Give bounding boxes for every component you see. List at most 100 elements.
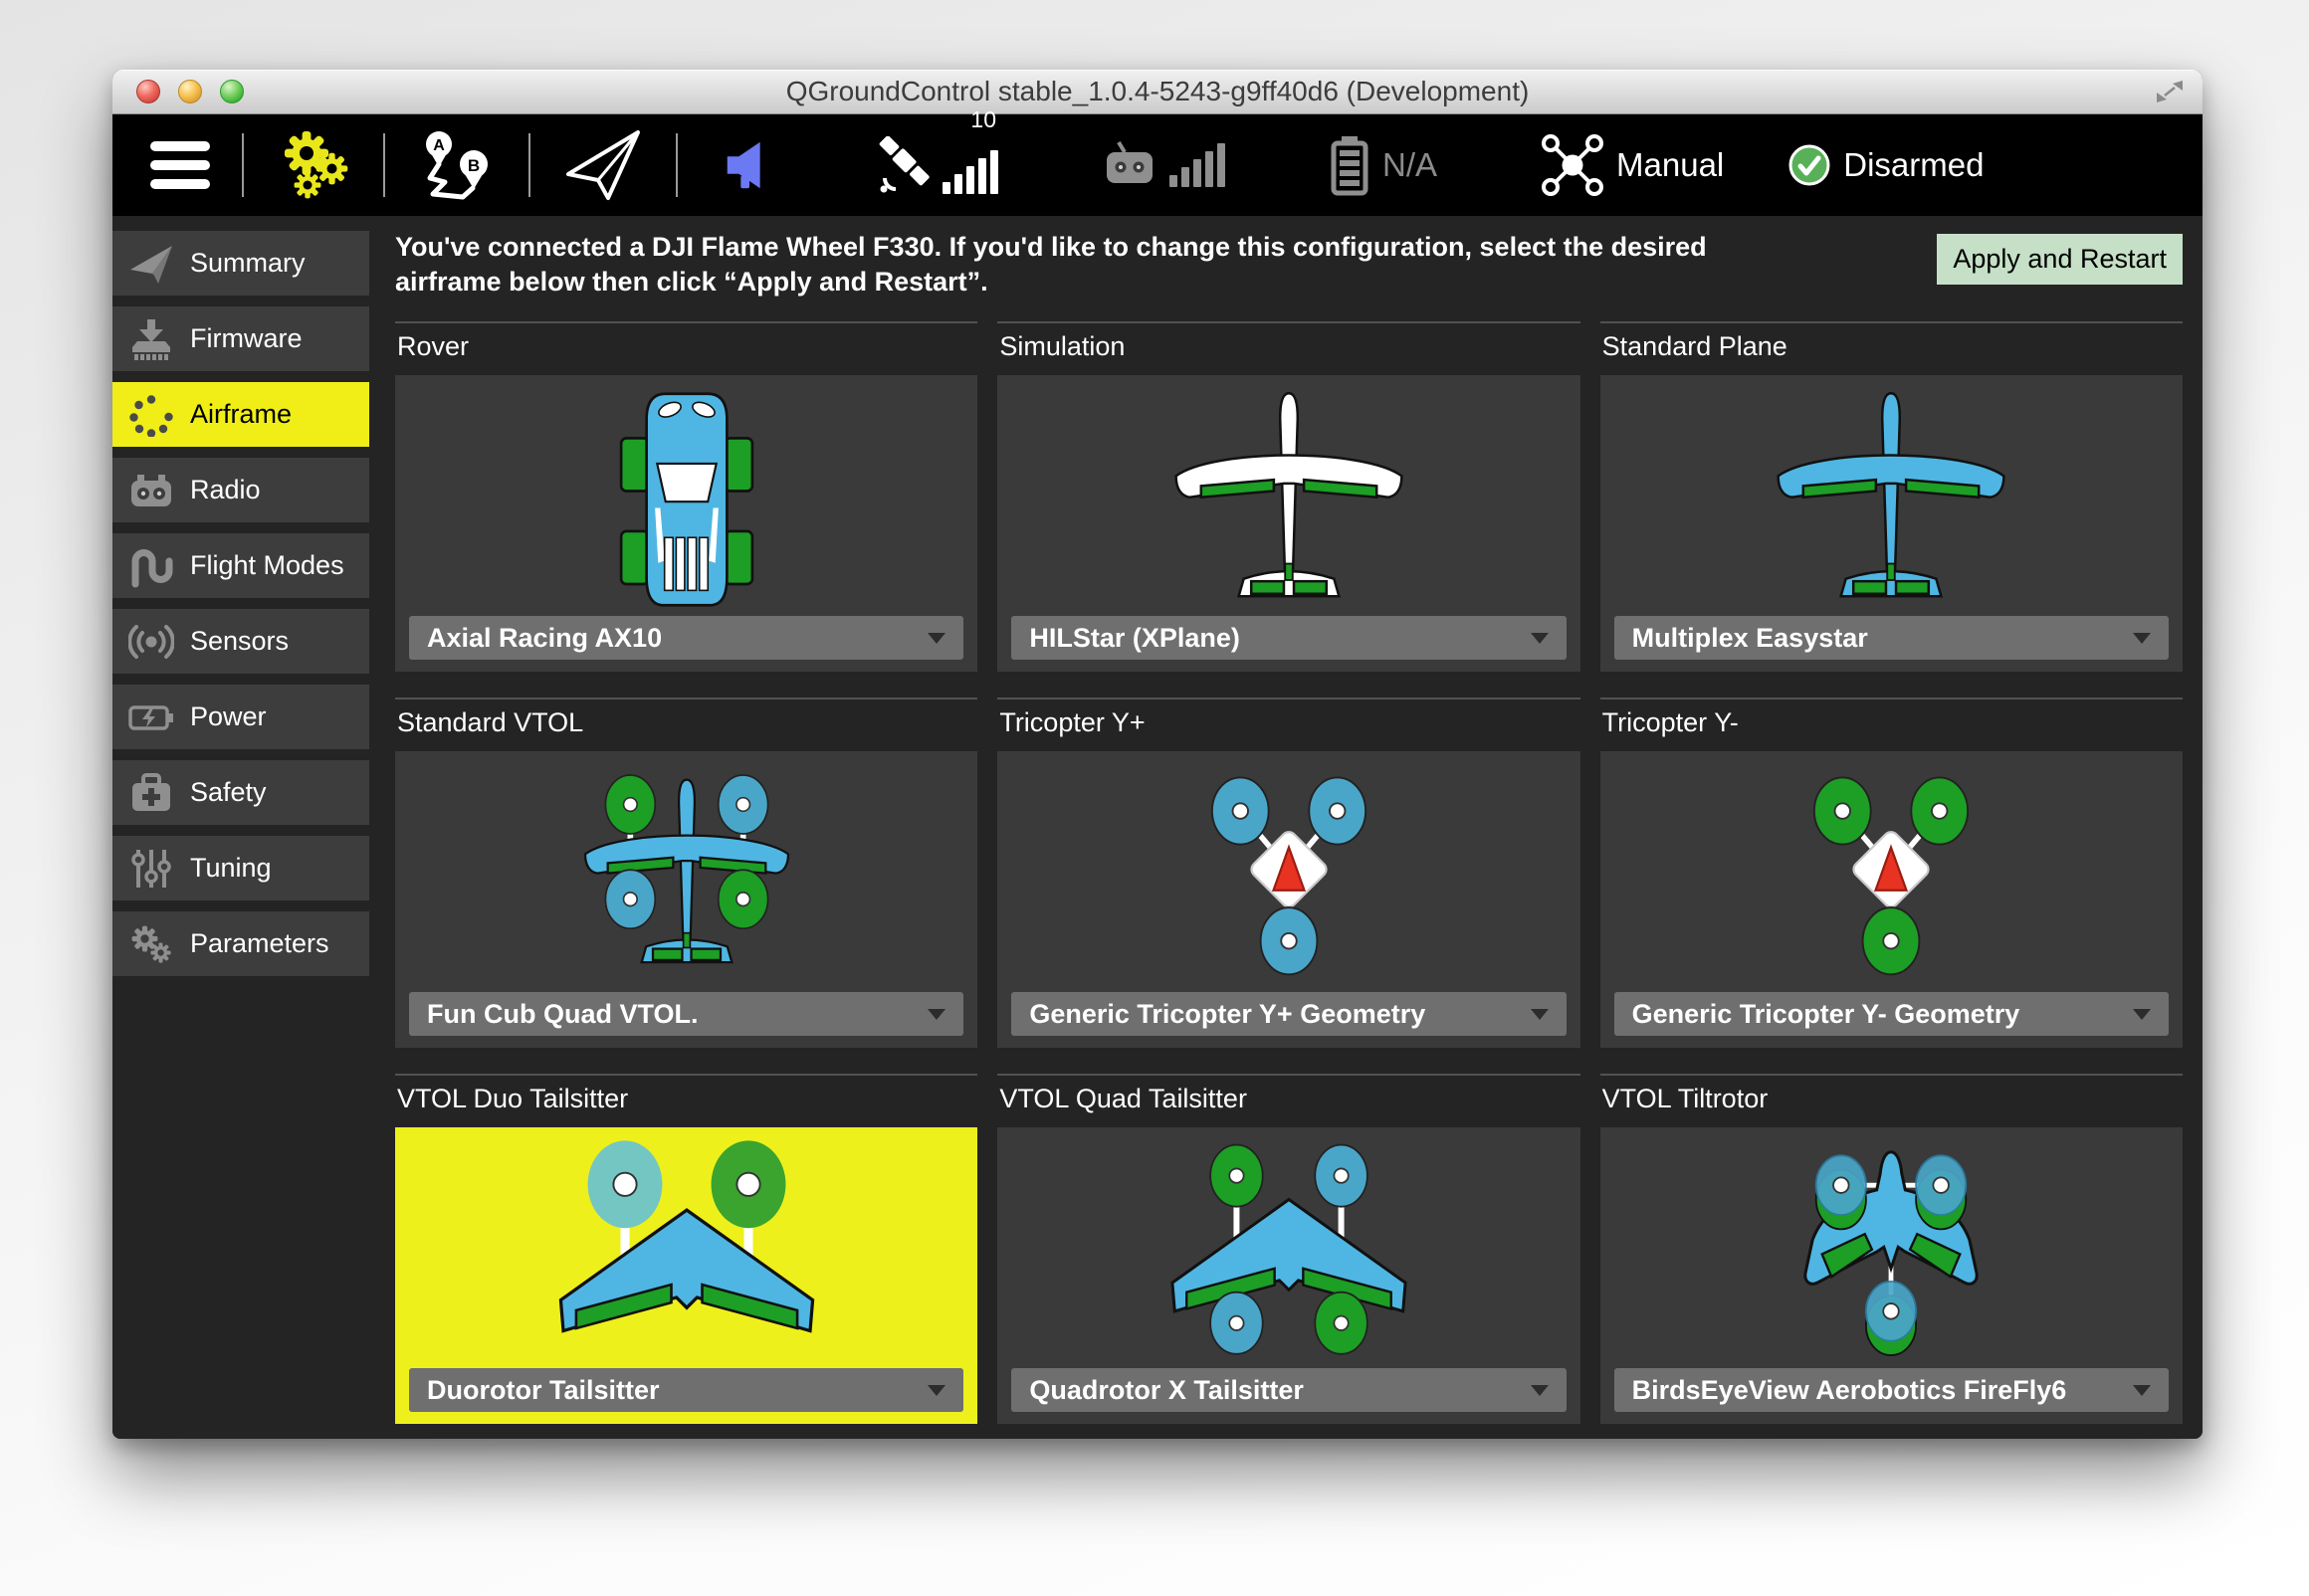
section-divider xyxy=(997,698,1579,699)
sidebar-item-radio[interactable]: Radio xyxy=(112,458,369,522)
airframe-model-select[interactable]: HILStar (XPlane) xyxy=(1011,616,1566,660)
section-divider xyxy=(1600,1074,2183,1076)
airframe-section-tricopter-y-minus: Tricopter Y- G xyxy=(1600,698,2183,1048)
sidebar-item-parameters[interactable]: Parameters xyxy=(112,911,369,976)
disarmed-check-icon xyxy=(1787,143,1831,187)
toolbar-separator xyxy=(383,133,385,197)
safety-case-icon xyxy=(112,771,190,815)
dropdown-arrow-icon xyxy=(928,633,945,644)
dropdown-arrow-icon xyxy=(1531,1385,1549,1396)
battery-indicator[interactable]: N/A xyxy=(1329,134,1437,196)
hamburger-menu-button[interactable] xyxy=(150,141,210,189)
airframe-banner: You've connected a DJI Flame Wheel F330.… xyxy=(395,230,2183,313)
sidebar-item-airframe[interactable]: Airframe xyxy=(112,382,369,447)
selected-model-label: HILStar (XPlane) xyxy=(1029,623,1240,654)
airframe-category-title: Rover xyxy=(397,331,977,362)
vtol-duo-tailsitter-illustration xyxy=(532,1135,841,1354)
airframe-model-select[interactable]: Axial Racing AX10 xyxy=(409,616,963,660)
radio-remote-icon xyxy=(112,469,190,512)
airframe-grid: Rover xyxy=(395,321,2183,1424)
section-divider xyxy=(395,1074,977,1076)
sidebar-item-summary[interactable]: Summary xyxy=(112,231,369,296)
airframe-model-select[interactable]: Generic Tricopter Y- Geometry xyxy=(1614,992,2169,1036)
sidebar-item-label: Radio xyxy=(190,475,261,505)
window-controls xyxy=(112,80,244,103)
battery-icon xyxy=(1329,134,1370,196)
dropdown-arrow-icon xyxy=(2133,1385,2151,1396)
section-divider xyxy=(395,321,977,323)
airframe-category-title: Tricopter Y- xyxy=(1602,707,2183,738)
airframe-category-title: Standard Plane xyxy=(1602,331,2183,362)
airframe-card-vtol-quad-tailsitter[interactable]: Quadrotor X Tailsitter xyxy=(997,1127,1579,1424)
dropdown-arrow-icon xyxy=(2133,633,2151,644)
messages-megaphone-icon[interactable] xyxy=(720,134,779,196)
plan-waypoints-button-icon[interactable]: A B xyxy=(417,128,497,202)
airframe-section-simulation: Simulation HILStar (XPlane) xyxy=(997,321,1579,672)
airframe-section-tricopter-y-plus: Tricopter Y+ G xyxy=(997,698,1579,1048)
airframe-card-standard-vtol[interactable]: Fun Cub Quad VTOL. xyxy=(395,751,977,1048)
airframe-category-title: Simulation xyxy=(999,331,1579,362)
quadcopter-icon xyxy=(1541,133,1604,197)
vtol-tiltrotor-illustration xyxy=(1749,1135,2034,1361)
power-battery-icon xyxy=(112,696,190,739)
sidebar-item-label: Firmware xyxy=(190,323,303,354)
airframe-card-simulation[interactable]: HILStar (XPlane) xyxy=(997,375,1579,672)
toolbar-separator xyxy=(676,133,678,197)
tricopter-y-plus-illustration xyxy=(1167,759,1410,985)
zoom-window-button[interactable] xyxy=(220,80,244,103)
airframe-section-standard-vtol: Standard VTOL xyxy=(395,698,977,1048)
sidebar-item-flight-modes[interactable]: Flight Modes xyxy=(112,533,369,598)
gps-status-indicator[interactable]: 10 xyxy=(875,136,998,194)
svg-text:B: B xyxy=(468,156,480,175)
airframe-section-vtol-quad-tailsitter: VTOL Quad Tailsitter xyxy=(997,1074,1579,1424)
setup-sidebar: Summary Firmware xyxy=(112,216,371,1439)
sidebar-item-firmware[interactable]: Firmware xyxy=(112,306,369,371)
sidebar-item-label: Sensors xyxy=(190,626,289,657)
summary-plane-icon xyxy=(112,242,190,286)
airframe-card-tricopter-y-minus[interactable]: Generic Tricopter Y- Geometry xyxy=(1600,751,2183,1048)
selected-model-label: Duorotor Tailsitter xyxy=(427,1375,660,1406)
sidebar-item-sensors[interactable]: Sensors xyxy=(112,609,369,674)
setup-gears-button-icon[interactable] xyxy=(276,128,351,202)
airframe-category-title: VTOL Duo Tailsitter xyxy=(397,1084,977,1114)
flight-mode-indicator[interactable]: Manual xyxy=(1541,133,1724,197)
sidebar-item-label: Safety xyxy=(190,777,267,808)
airframe-category-title: Standard VTOL xyxy=(397,707,977,738)
airframe-card-tricopter-y-plus[interactable]: Generic Tricopter Y+ Geometry xyxy=(997,751,1579,1048)
airframe-model-select[interactable]: Generic Tricopter Y+ Geometry xyxy=(1011,992,1566,1036)
sidebar-item-label: Summary xyxy=(190,248,306,279)
rc-transmitter-icon xyxy=(1102,139,1157,191)
airframe-model-select[interactable]: BirdsEyeView Aerobotics FireFly6 xyxy=(1614,1368,2169,1412)
airframe-model-select[interactable]: Quadrotor X Tailsitter xyxy=(1011,1368,1566,1412)
parameters-gears-icon xyxy=(112,922,190,966)
firmware-download-icon xyxy=(112,317,190,361)
sidebar-item-tuning[interactable]: Tuning xyxy=(112,836,369,900)
airframe-setup-panel: You've connected a DJI Flame Wheel F330.… xyxy=(371,216,2203,1439)
apply-restart-button[interactable]: Apply and Restart xyxy=(1937,234,2183,285)
minimize-window-button[interactable] xyxy=(178,80,202,103)
flight-mode-label: Manual xyxy=(1616,146,1724,184)
svg-text:A: A xyxy=(433,137,445,154)
airframe-card-vtol-duo-tailsitter[interactable]: Duorotor Tailsitter xyxy=(395,1127,977,1424)
sidebar-item-safety[interactable]: Safety xyxy=(112,760,369,825)
selected-model-label: Axial Racing AX10 xyxy=(427,623,662,654)
airframe-card-vtol-tiltrotor[interactable]: BirdsEyeView Aerobotics FireFly6 xyxy=(1600,1127,2183,1424)
airframe-section-standard-plane: Standard Plane Multiplex Easystar xyxy=(1600,321,2183,672)
close-window-button[interactable] xyxy=(136,80,160,103)
arm-status-indicator[interactable]: Disarmed xyxy=(1787,143,1984,187)
airframe-category-title: VTOL Quad Tailsitter xyxy=(999,1084,1579,1114)
airframe-section-vtol-duo-tailsitter: VTOL Duo Tailsitter xyxy=(395,1074,977,1424)
sidebar-item-label: Power xyxy=(190,701,267,732)
airframe-category-title: Tricopter Y+ xyxy=(999,707,1579,738)
airframe-model-select[interactable]: Multiplex Easystar xyxy=(1614,616,2169,660)
rc-rssi-indicator[interactable] xyxy=(1102,139,1225,191)
airframe-card-rover[interactable]: Axial Racing AX10 xyxy=(395,375,977,672)
airframe-model-select[interactable]: Duorotor Tailsitter xyxy=(409,1368,963,1412)
airframe-card-standard-plane[interactable]: Multiplex Easystar xyxy=(1600,375,2183,672)
selected-model-label: Quadrotor X Tailsitter xyxy=(1029,1375,1304,1406)
qgroundcontrol-window: QGroundControl stable_1.0.4-5243-g9ff40d… xyxy=(112,70,2203,1439)
fly-paper-plane-button-icon[interactable] xyxy=(562,126,644,204)
airframe-model-select[interactable]: Fun Cub Quad VTOL. xyxy=(409,992,963,1036)
sidebar-item-power[interactable]: Power xyxy=(112,685,369,749)
fullscreen-resize-icon[interactable] xyxy=(2155,79,2185,104)
